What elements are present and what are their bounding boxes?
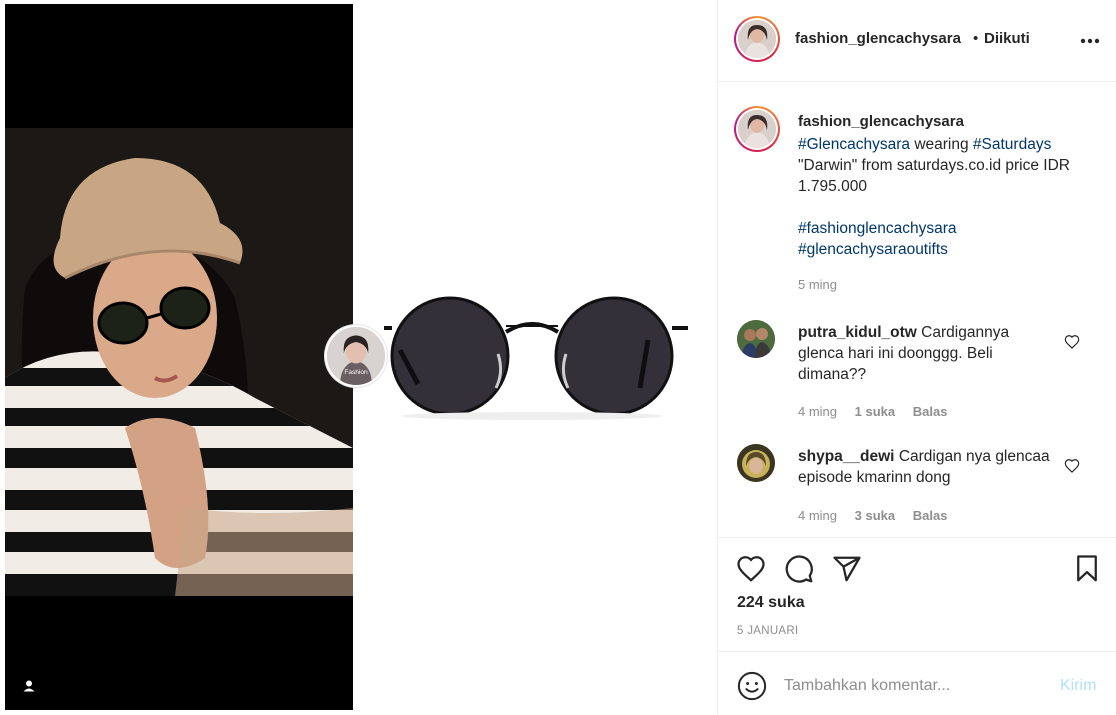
post-date[interactable]: 5 JANUARI — [737, 625, 799, 637]
follow-status-button[interactable]: Diikuti — [984, 30, 1030, 47]
caption-body: "Darwin" from saturdays.co.id price IDR … — [798, 157, 1070, 195]
follow-separator: • — [973, 30, 979, 47]
heart-icon[interactable] — [736, 554, 766, 584]
comment-like-heart-icon[interactable] — [1064, 458, 1080, 474]
comment-time[interactable]: 4 ming — [798, 404, 837, 419]
comment-time[interactable]: 4 ming — [798, 508, 837, 523]
reply-button[interactable]: Balas — [913, 508, 948, 523]
caption-avatar-image — [738, 110, 776, 148]
post-comment-button[interactable]: Kirim — [1060, 677, 1096, 695]
tagged-avatar-image: Fashion — [327, 327, 385, 385]
comments-list[interactable]: fashion_glencachysara #Glencachysara wea… — [718, 83, 1116, 537]
commenter-avatar[interactable] — [737, 320, 775, 358]
tagged-avatar-label: Fashion — [344, 369, 368, 376]
emoji-icon[interactable] — [737, 671, 767, 701]
caption-avatar[interactable] — [734, 106, 780, 152]
post-media[interactable]: Fashion — [0, 0, 717, 715]
owner-avatar[interactable] — [734, 16, 780, 62]
comment-like-heart-icon[interactable] — [1064, 334, 1080, 350]
commenter-username[interactable]: shypa__dewi — [798, 448, 895, 465]
tagged-account-avatar[interactable]: Fashion — [325, 325, 387, 387]
photo-image — [5, 128, 353, 596]
commenter-username[interactable]: putra_kidul_otw — [798, 324, 917, 341]
caption-username[interactable]: fashion_glencachysara — [798, 113, 964, 130]
comment-meta: 4 ming 3 suka Balas — [798, 508, 961, 523]
owner-avatar-image — [738, 20, 776, 58]
more-options-icon[interactable] — [1080, 38, 1100, 44]
commenter-avatar[interactable] — [737, 444, 775, 482]
share-icon[interactable] — [832, 554, 862, 584]
comment-likes[interactable]: 1 suka — [855, 404, 895, 419]
post-actions: 224 suka 5 JANUARI — [718, 537, 1116, 650]
bookmark-icon[interactable] — [1072, 554, 1102, 584]
comment-item: shypa__dewi Cardigan nya glencaa episode… — [718, 444, 1116, 537]
caption-text: #Glencachysara wearing #Saturdays "Darwi… — [798, 134, 1088, 260]
comment-body: putra_kidul_otw Cardigannya glenca hari … — [798, 322, 1053, 385]
comment-meta: 4 ming 1 suka Balas — [798, 404, 961, 419]
caption-fragment: wearing — [910, 136, 973, 153]
comment-likes[interactable]: 3 suka — [855, 508, 895, 523]
post-side-panel: fashion_glencachysara • Diikuti fashion_… — [717, 0, 1116, 715]
comment-body: shypa__dewi Cardigan nya glencaa episode… — [798, 446, 1053, 488]
comment-input[interactable] — [784, 672, 1044, 700]
hashtag-link[interactable]: #glencachysaraoutifts — [798, 241, 948, 258]
caption-time[interactable]: 5 ming — [798, 277, 837, 292]
owner-username[interactable]: fashion_glencachysara — [795, 30, 961, 47]
sunglasses-image — [384, 296, 688, 420]
add-comment-bar: Kirim — [718, 651, 1116, 715]
post-header: fashion_glencachysara • Diikuti — [718, 0, 1116, 82]
post-photo[interactable] — [5, 4, 353, 710]
hashtag-link[interactable]: #Saturdays — [973, 136, 1051, 153]
reply-button[interactable]: Balas — [913, 404, 948, 419]
comment-icon[interactable] — [784, 554, 814, 584]
likes-count[interactable]: 224 suka — [737, 594, 805, 612]
commenter-avatar-image — [737, 320, 775, 358]
commenter-avatar-image — [737, 444, 775, 482]
hashtag-link[interactable]: #Glencachysara — [798, 136, 910, 153]
user-tag-icon[interactable] — [19, 676, 39, 696]
comment-item: putra_kidul_otw Cardigannya glenca hari … — [718, 320, 1116, 430]
hashtag-link[interactable]: #fashionglencachysara — [798, 220, 957, 237]
